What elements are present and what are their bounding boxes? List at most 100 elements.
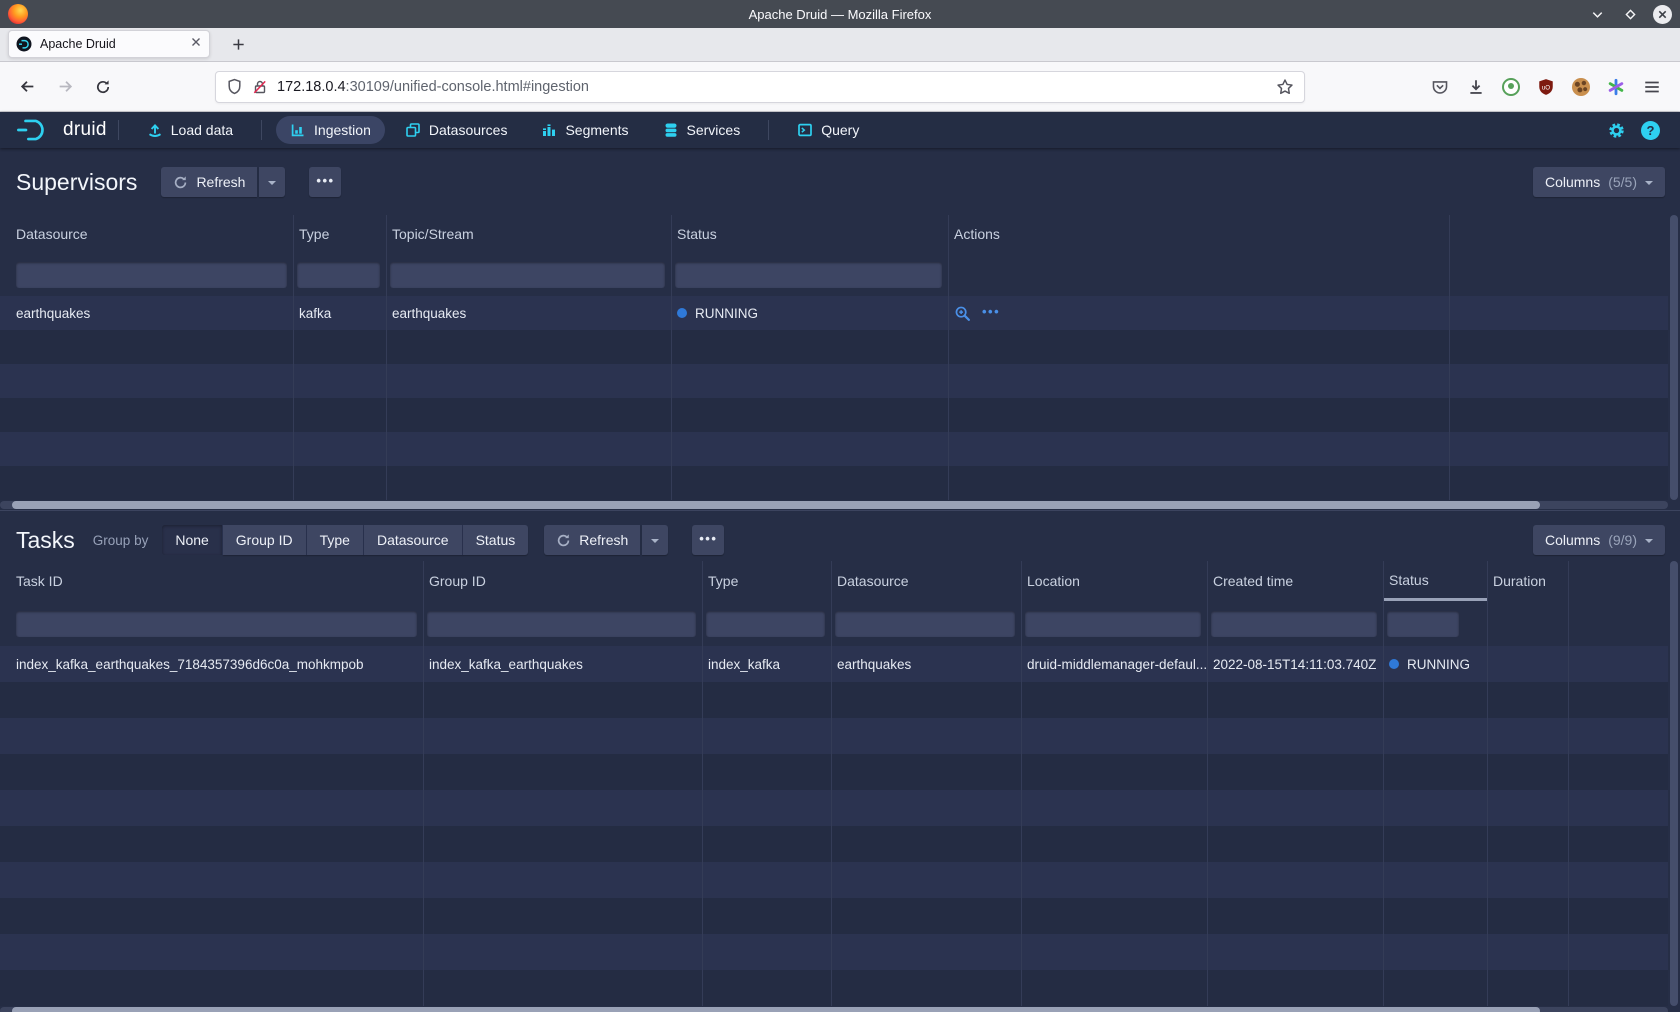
created-time-filter-input[interactable] [1211,611,1377,637]
column-header-created-time[interactable]: Created time [1207,561,1383,601]
task-row[interactable]: index_kafka_earthquakes_7184357396d6c0a_… [0,646,1668,682]
chevron-down-icon [268,181,276,189]
vertical-scrollbar[interactable] [1670,561,1678,1006]
inspect-zoom-icon[interactable] [954,305,971,322]
scrollbar-thumb[interactable] [12,1007,1540,1012]
column-header-datasource[interactable]: Datasource [12,215,293,253]
upload-icon [147,122,163,138]
row-more-icon[interactable]: ••• [982,305,1000,319]
datasource-filter-input[interactable] [16,262,287,288]
chevron-down-icon [651,539,659,547]
supervisors-refresh-interval-button[interactable] [259,167,285,197]
nav-item-query[interactable]: Query [783,116,873,144]
column-header-topic-stream[interactable]: Topic/Stream [386,215,671,253]
downloads-icon[interactable] [1466,77,1486,97]
cookie-icon[interactable] [1572,78,1590,96]
column-header-status-sorted[interactable]: Status [1383,561,1487,601]
topic-stream-filter-input[interactable] [390,262,665,288]
column-header-group-id[interactable]: Group ID [423,561,702,601]
tasks-refresh-interval-button[interactable] [642,525,668,555]
group-by-datasource-button[interactable]: Datasource [364,525,463,555]
tasks-title: Tasks [16,527,75,554]
tasks-more-button[interactable]: ••• [692,525,724,555]
refresh-icon [173,175,188,190]
nav-item-services[interactable]: Services [649,116,755,144]
insecure-lock-icon[interactable] [252,79,268,95]
supervisors-refresh-button[interactable]: Refresh [161,167,257,197]
nav-item-label: Query [821,122,859,138]
services-database-icon [663,122,679,138]
forward-button[interactable] [50,72,80,102]
tasks-columns-button[interactable]: Columns (9/9) [1533,525,1665,555]
supervisors-columns-button[interactable]: Columns (5/5) [1533,167,1665,197]
refresh-label: Refresh [579,532,628,548]
back-button[interactable] [12,72,42,102]
supervisor-row[interactable]: earthquakes kafka earthquakes RUNNING ••… [0,296,1668,330]
status-filter-input[interactable] [675,262,942,288]
browser-tab[interactable]: Apache Druid [8,30,210,58]
extension-icon[interactable] [1502,78,1520,96]
running-status-dot [677,308,687,318]
scrollbar-thumb[interactable] [12,501,1540,509]
pocket-icon[interactable] [1430,77,1450,97]
menu-hamburger-icon[interactable] [1642,77,1662,97]
group-by-none-button[interactable]: None [162,525,222,555]
help-icon[interactable]: ? [1641,121,1660,140]
tasks-refresh-button[interactable]: Refresh [544,525,640,555]
group-by-group-id-button[interactable]: Group ID [223,525,307,555]
tab-close-icon[interactable] [190,35,202,53]
container-asterisk-icon[interactable] [1606,77,1626,97]
column-header-type[interactable]: Type [293,215,386,253]
url-bar[interactable]: 172.18.0.4:30109/unified-console.html#in… [215,71,1305,103]
chevron-down-icon [1645,181,1653,189]
cell-task-id: index_kafka_earthquakes_7184357396d6c0a_… [12,657,423,672]
ublock-origin-icon[interactable]: uO [1536,77,1556,97]
nav-item-ingestion[interactable]: Ingestion [276,116,385,144]
cell-created-time: 2022-08-15T14:11:03.740Z [1207,657,1383,672]
druid-brand[interactable]: druid [16,117,107,143]
nav-item-segments[interactable]: Segments [527,116,642,144]
type-filter-input[interactable] [706,611,825,637]
horizontal-scrollbar[interactable] [0,501,1668,509]
supervisors-table: Datasource Type Topic/Stream Status Acti… [0,215,1668,500]
status-label: RUNNING [695,306,758,321]
ingestion-chart-icon [290,122,306,138]
location-filter-input[interactable] [1025,611,1201,637]
type-filter-input[interactable] [297,262,380,288]
cell-type: index_kafka [702,657,831,672]
column-header-actions[interactable]: Actions [948,215,1449,253]
nav-item-datasources[interactable]: Datasources [391,116,522,144]
tracking-shield-icon[interactable] [226,78,243,95]
window-maximize-icon[interactable] [1620,4,1640,24]
settings-gear-icon[interactable] [1607,121,1626,140]
supervisors-more-button[interactable]: ••• [309,167,341,197]
cell-datasource: earthquakes [12,306,293,321]
column-header-status[interactable]: Status [671,215,948,253]
new-tab-button[interactable] [224,30,252,58]
reload-button[interactable] [88,72,118,102]
status-filter-input[interactable] [1387,611,1459,637]
screen: Apache Druid — Mozilla Firefox Apache Dr… [0,0,1680,1012]
column-header-datasource[interactable]: Datasource [831,561,1021,601]
column-header-type[interactable]: Type [702,561,831,601]
bookmark-star-icon[interactable] [1276,78,1294,96]
group-by-status-button[interactable]: Status [463,525,529,555]
url-text[interactable]: 172.18.0.4:30109/unified-console.html#in… [277,79,1267,95]
window-close-icon[interactable] [1653,5,1672,24]
horizontal-scrollbar[interactable] [0,1007,1668,1012]
nav-item-label: Segments [565,122,628,138]
vertical-scrollbar[interactable] [1670,215,1678,500]
window-minimize-icon[interactable] [1587,4,1607,24]
group-by-type-button[interactable]: Type [307,525,364,555]
refresh-icon [556,533,571,548]
column-header-duration[interactable]: Duration [1487,561,1568,601]
column-header-task-id[interactable]: Task ID [12,561,423,601]
column-header-location[interactable]: Location [1021,561,1207,601]
cell-datasource: earthquakes [831,657,1021,672]
table-row [0,432,1668,466]
tab-bar: Apache Druid [0,28,1680,62]
datasource-filter-input[interactable] [835,611,1015,637]
task-id-filter-input[interactable] [16,611,417,637]
group-id-filter-input[interactable] [427,611,696,637]
nav-item-load-data[interactable]: Load data [133,116,247,144]
